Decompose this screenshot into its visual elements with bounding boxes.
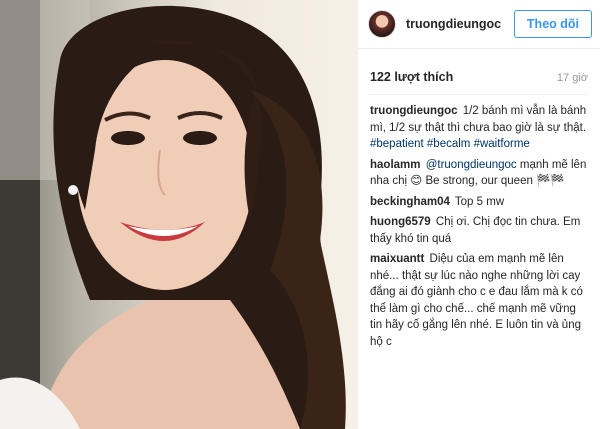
comments-list: truongdieungoc 1/2 bánh mì vẫn là bánh m… (358, 95, 600, 350)
comment-item: huong6579 Chị ơi. Chị đọc tin chưa. Em t… (370, 214, 588, 247)
header-username[interactable]: truongdieungoc (406, 17, 514, 31)
likes-row: 122 lượt thích 17 giờ (358, 49, 600, 84)
caption-hashtags[interactable]: #bepatient #becalm #waitforme (370, 138, 530, 150)
instagram-post: truongdieungoc Theo dõi 122 lượt thích 1… (0, 0, 600, 429)
caption-username[interactable]: truongdieungoc (370, 105, 458, 117)
caption: truongdieungoc 1/2 bánh mì vẫn là bánh m… (370, 103, 588, 153)
profile-avatar[interactable] (368, 10, 396, 38)
post-photo[interactable] (0, 0, 357, 429)
follow-button[interactable]: Theo dõi (513, 10, 592, 38)
comment-username[interactable]: haolamm (370, 159, 421, 171)
post-header: truongdieungoc Theo dõi (358, 0, 600, 49)
comment-mention[interactable]: @truongdieungoc (426, 159, 517, 171)
post-time[interactable]: 17 giờ (557, 72, 588, 84)
comment-username[interactable]: huong6579 (370, 216, 431, 228)
post-side-panel: truongdieungoc Theo dõi 122 lượt thích 1… (357, 0, 600, 429)
comment-item: maixuantt Diệu của em mạnh mẽ lên nhé...… (370, 251, 588, 350)
comment-item: beckingham04 Top 5 mw (370, 194, 588, 211)
comment-text: Diệu của em mạnh mẽ lên nhé... thật sự l… (370, 253, 583, 348)
comment-username[interactable]: beckingham04 (370, 196, 450, 208)
comment-username[interactable]: maixuantt (370, 253, 424, 265)
likes-count[interactable]: 122 lượt thích (370, 70, 453, 84)
comment-text: Top 5 mw (454, 195, 505, 208)
portrait-image (0, 0, 346, 429)
comment-item: haolamm @truongdieungoc mạnh mẽ lên nha … (370, 157, 588, 190)
